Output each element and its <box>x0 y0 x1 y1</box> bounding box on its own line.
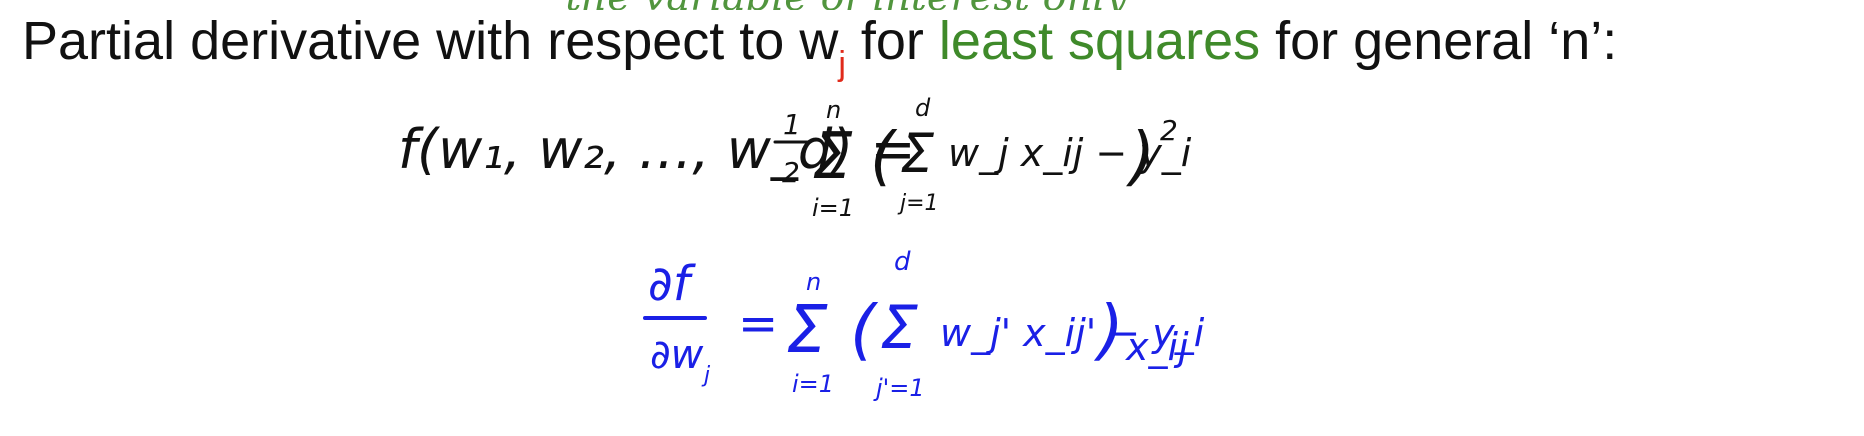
equation-2-partial-derivative: ∂f ∂w j = Σ n i=1 ( Σ d j'=1 w_j' x_ij' … <box>643 247 1205 402</box>
eq2-outer-sum-bottom: i=1 <box>792 370 834 398</box>
eq2-inner-sum-bottom: j'=1 <box>873 374 925 402</box>
eq2-denominator: ∂w <box>650 332 704 378</box>
eq2-trailing: x_ij <box>1125 325 1189 369</box>
eq2-open-paren: ( <box>850 291 879 368</box>
eq2-numerator: ∂f <box>648 256 696 312</box>
eq2-outer-sum-top: n <box>806 268 821 296</box>
eq2-outer-sigma-icon: Σ <box>786 291 828 368</box>
eq2-equals: = <box>738 296 778 352</box>
eq2-inner-sigma-icon: Σ <box>880 293 918 363</box>
slide: · the variable of interest only Partial … <box>0 0 1864 436</box>
eq2-inner-sum-top: d <box>894 247 911 277</box>
eq2-close-paren: ) <box>1093 291 1124 368</box>
